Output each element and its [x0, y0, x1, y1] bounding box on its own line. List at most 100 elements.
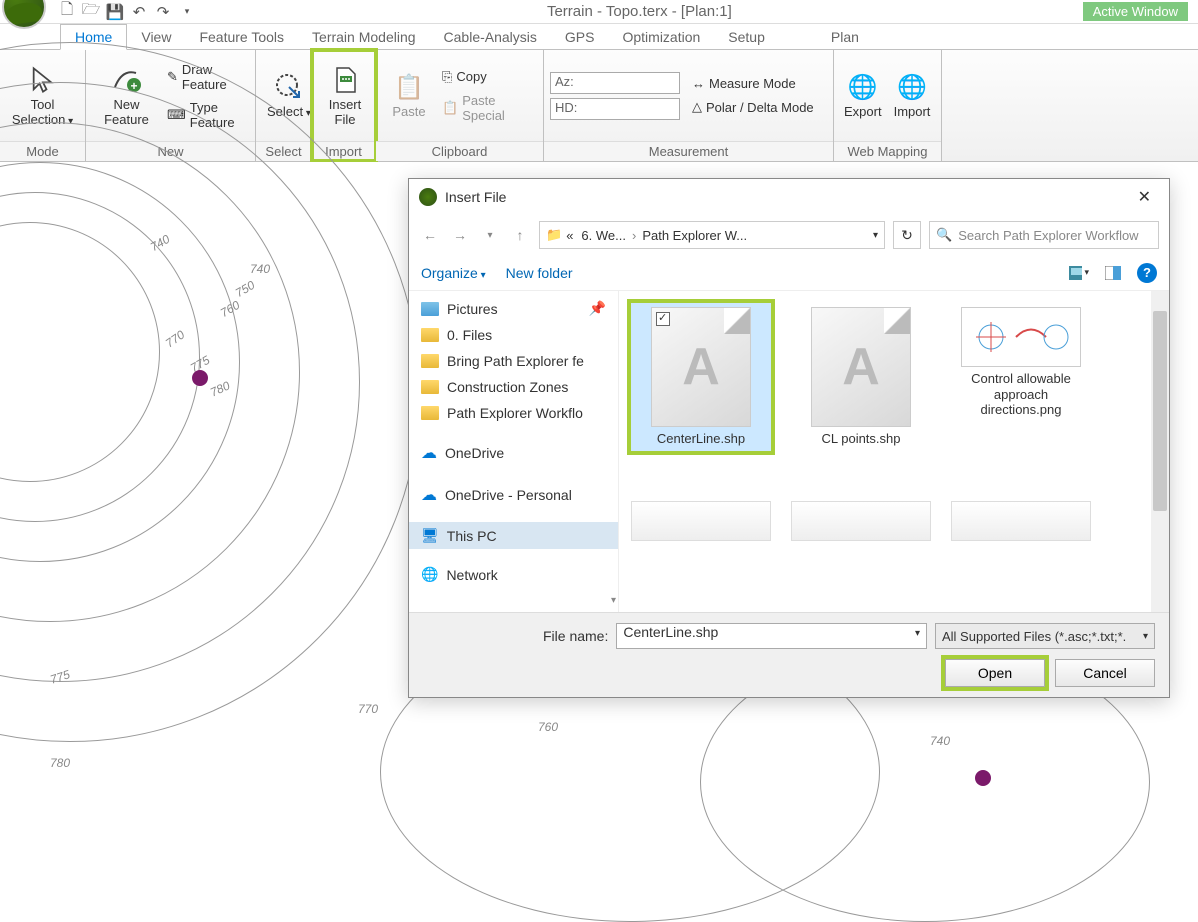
tree-item-bring[interactable]: Bring Path Explorer fe — [409, 348, 618, 374]
tree-item-pictures[interactable]: Pictures📌 — [409, 295, 618, 322]
tab-feature-tools[interactable]: Feature Tools — [185, 25, 298, 49]
network-icon: 🌐 — [421, 566, 438, 583]
folder-tree: Pictures📌 0. Files Bring Path Explorer f… — [409, 291, 619, 612]
dialog-title: Insert File — [445, 189, 506, 205]
file-centerline[interactable]: A CenterLine.shp — [631, 303, 771, 451]
breadcrumb[interactable]: 📁 « 6. We... › Path Explorer W... ▾ — [539, 221, 885, 249]
azimuth-field[interactable]: Az: — [550, 72, 680, 94]
tree-item-path-explorer[interactable]: Path Explorer Workflo — [409, 400, 618, 426]
hd-field[interactable]: HD: — [550, 98, 680, 120]
folder-icon: 📁 — [546, 227, 562, 243]
dialog-app-icon — [419, 188, 437, 206]
new-doc-icon[interactable]: 🗋 — [58, 3, 76, 21]
folder-icon — [421, 406, 439, 420]
folder-icon — [421, 354, 439, 368]
copy-button[interactable]: ⎘Copy — [438, 67, 539, 87]
open-button[interactable]: Open — [945, 659, 1045, 687]
group-label-measurement: Measurement — [544, 141, 833, 161]
quick-access-toolbar: 🗋 🗁 💾 ↶ ↷ ▾ — [58, 3, 196, 21]
preview-pane-button[interactable] — [1103, 263, 1123, 283]
tree-item-construction[interactable]: Construction Zones — [409, 374, 618, 400]
chevron-down-icon[interactable]: ▾ — [915, 628, 920, 639]
ribbon-tabs: Home View Feature Tools Terrain Modeling… — [0, 24, 1198, 50]
tab-cable-analysis[interactable]: Cable-Analysis — [430, 25, 551, 49]
dialog-toolbar: Organize New folder ▾ ? — [409, 255, 1169, 291]
file-partial-3[interactable] — [951, 501, 1091, 541]
file-name-input[interactable]: CenterLine.shp▾ — [616, 623, 927, 649]
paste-button[interactable]: 📋 Paste — [380, 69, 438, 121]
chevron-down-icon[interactable]: ▾ — [1143, 631, 1148, 642]
tree-item-files[interactable]: 0. Files — [409, 322, 618, 348]
view-mode-button[interactable]: ▾ — [1069, 263, 1089, 283]
map-point-2[interactable] — [975, 770, 991, 786]
insert-file-button[interactable]: Insert File — [316, 62, 374, 129]
file-control-png[interactable]: Control allowable approach directions.pn… — [951, 303, 1091, 451]
tab-view[interactable]: View — [127, 25, 185, 49]
dialog-titlebar: Insert File ✕ — [409, 179, 1169, 215]
chevron-down-icon[interactable]: ▾ — [479, 224, 501, 246]
clipboard-icon: 📋 — [393, 71, 425, 103]
folder-icon — [421, 328, 439, 342]
search-icon: 🔍 — [936, 227, 952, 243]
search-input[interactable]: 🔍 Search Path Explorer Workflow — [929, 221, 1159, 249]
save-icon[interactable]: 💾 — [106, 3, 124, 21]
web-export-button[interactable]: 🌐 Export — [838, 69, 888, 121]
title-bar: 🗋 🗁 💾 ↶ ↷ ▾ Terrain - Topo.terx - [Plan:… — [0, 0, 1198, 24]
tab-terrain-modeling[interactable]: Terrain Modeling — [298, 25, 430, 49]
pictures-icon — [421, 302, 439, 316]
help-button[interactable]: ? — [1137, 263, 1157, 283]
close-button[interactable]: ✕ — [1130, 183, 1159, 211]
undo-icon[interactable]: ↶ — [130, 3, 148, 21]
pin-icon: 📌 — [589, 300, 606, 317]
file-type-filter[interactable]: All Supported Files (*.asc;*.txt;*.▾ — [935, 623, 1155, 649]
new-folder-button[interactable]: New folder — [506, 265, 573, 281]
tree-item-this-pc[interactable]: 🖥This PC — [409, 522, 618, 549]
file-checkbox[interactable] — [656, 312, 670, 326]
tab-plan[interactable]: Plan — [817, 25, 873, 49]
insert-file-dialog: Insert File ✕ ← → ▾ ↑ 📁 « 6. We... › Pat… — [408, 178, 1170, 698]
back-button[interactable]: ← — [419, 224, 441, 246]
active-window-badge: Active Window — [1083, 2, 1188, 21]
globe-import-icon: 🌐 — [896, 71, 928, 103]
tree-item-onedrive[interactable]: ☁OneDrive — [409, 438, 618, 468]
polar-mode-button[interactable]: △Polar / Delta Mode — [688, 97, 818, 117]
dialog-nav: ← → ▾ ↑ 📁 « 6. We... › Path Explorer W..… — [409, 215, 1169, 255]
forward-button[interactable]: → — [449, 224, 471, 246]
tab-gps[interactable]: GPS — [551, 25, 609, 49]
ruler-icon: ↔ — [692, 76, 705, 91]
file-cl-points[interactable]: A CL points.shp — [791, 303, 931, 451]
cancel-button[interactable]: Cancel — [1055, 659, 1155, 687]
web-import-button[interactable]: 🌐 Import — [888, 69, 937, 121]
copy-icon: ⎘ — [442, 69, 452, 85]
file-partial-2[interactable] — [791, 501, 931, 541]
redo-icon[interactable]: ↷ — [154, 3, 172, 21]
folder-icon — [421, 380, 439, 394]
file-scrollbar[interactable] — [1151, 291, 1169, 612]
dialog-footer: File name: CenterLine.shp▾ All Supported… — [409, 612, 1169, 697]
breadcrumb-dropdown-icon[interactable]: ▾ — [873, 230, 878, 241]
measure-mode-button[interactable]: ↔Measure Mode — [688, 74, 818, 93]
image-thumbnail — [961, 307, 1081, 367]
tree-scroll-down[interactable]: ▾ — [611, 595, 616, 606]
file-list: A CenterLine.shp A CL points.shp Control… — [619, 291, 1169, 612]
window-title: Terrain - Topo.terx - [Plan:1] — [196, 3, 1083, 20]
select-icon — [273, 71, 305, 103]
open-icon[interactable]: 🗁 — [82, 3, 100, 21]
file-name-label: File name: — [543, 628, 608, 644]
pc-icon: 🖥 — [421, 527, 439, 544]
shp-icon: A — [842, 337, 880, 397]
file-partial-1[interactable] — [631, 501, 771, 541]
tree-item-network[interactable]: 🌐Network — [409, 561, 618, 588]
tree-item-onedrive-personal[interactable]: ☁OneDrive - Personal — [409, 480, 618, 510]
refresh-button[interactable]: ↻ — [893, 221, 921, 249]
shp-icon: A — [682, 337, 720, 397]
tab-optimization[interactable]: Optimization — [608, 25, 714, 49]
file-import-icon — [329, 64, 361, 96]
up-button[interactable]: ↑ — [509, 224, 531, 246]
organize-button[interactable]: Organize — [421, 265, 486, 281]
paste-special-button[interactable]: 📋Paste Special — [438, 91, 539, 125]
qat-dropdown-icon[interactable]: ▾ — [178, 3, 196, 21]
cloud-icon: ☁ — [421, 485, 437, 505]
map-point-1[interactable] — [192, 370, 208, 386]
tab-setup[interactable]: Setup — [714, 25, 779, 49]
